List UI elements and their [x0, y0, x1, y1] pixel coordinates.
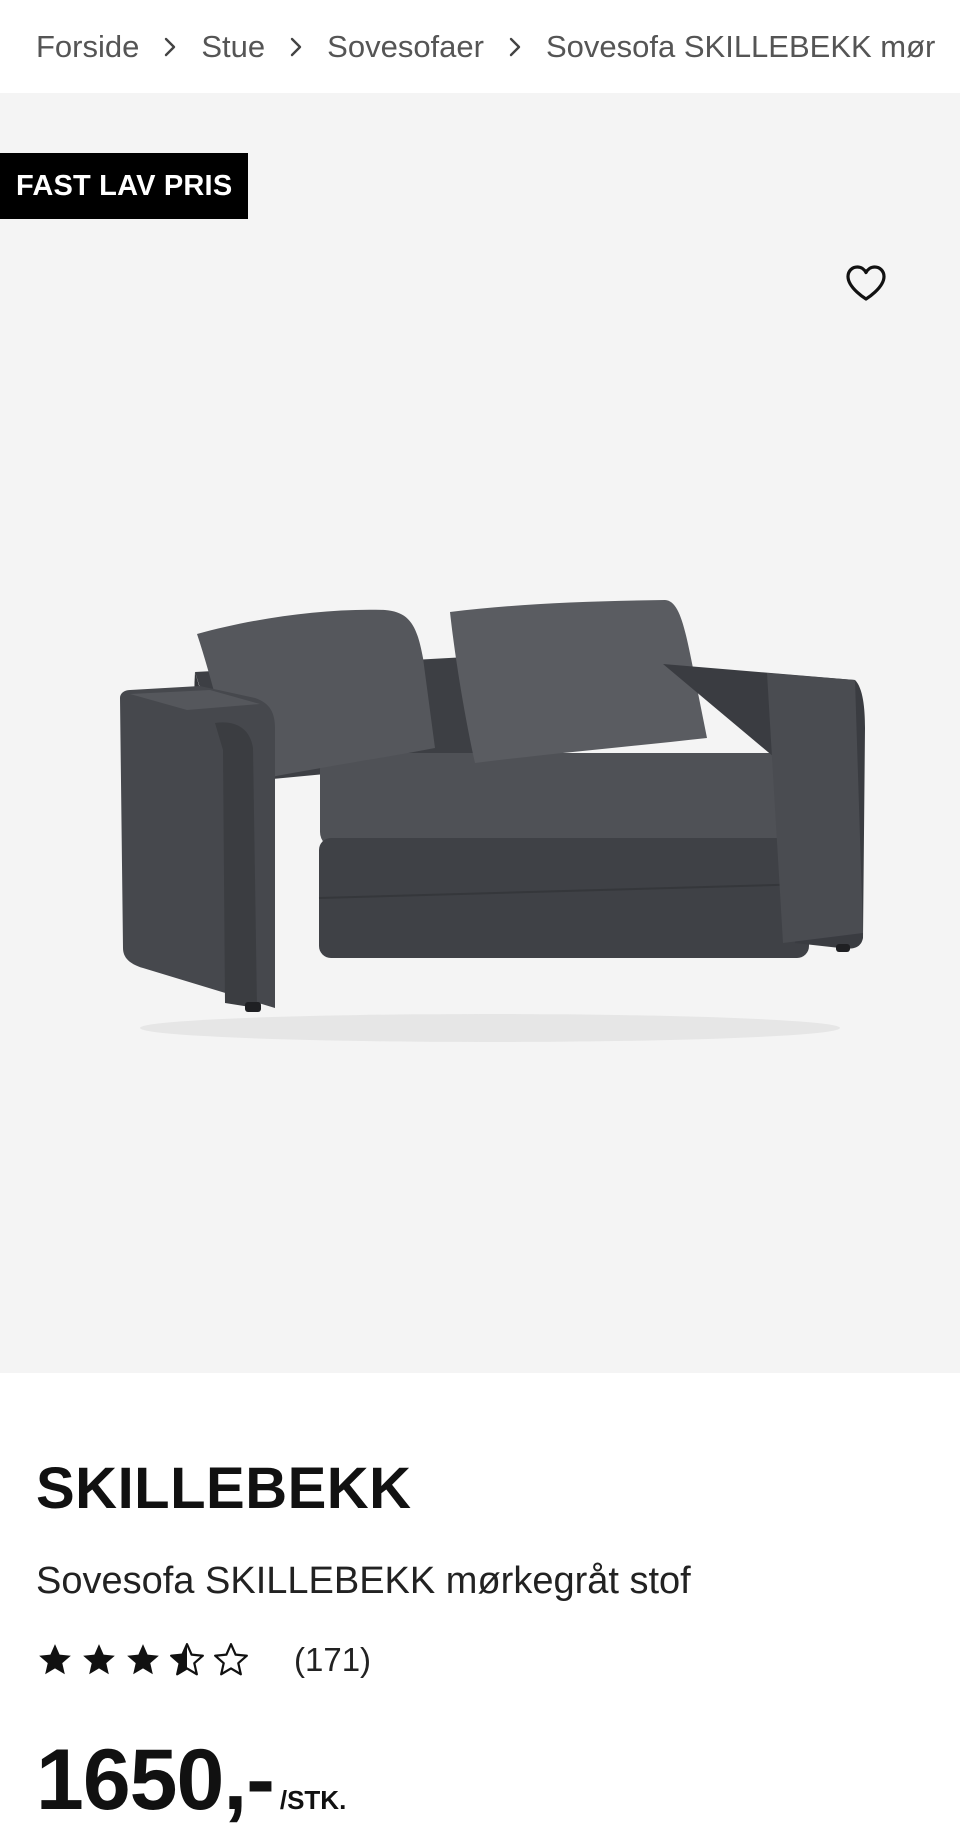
star-filled-icon [39, 1644, 71, 1675]
product-image-gallery[interactable]: FAST LAV PRIS [0, 93, 960, 1373]
product-price: 1650,- [36, 1732, 275, 1828]
breadcrumb-item-forside[interactable]: Forside [36, 29, 139, 65]
product-title: SKILLEBEKK [36, 1456, 412, 1521]
heart-outline-icon [846, 265, 886, 301]
star-filled-icon [127, 1644, 159, 1675]
breadcrumb-item-current: Sovesofa SKILLEBEKK mørkegrå [545, 28, 936, 64]
star-empty-icon [214, 1643, 248, 1676]
rating-stars [36, 1641, 256, 1679]
product-info: SKILLEBEKK Sovesofa SKILLEBEKK mørkegråt… [0, 1373, 960, 1826]
breadcrumb: Forside Stue Sovesofaer Sovesofa SKILLEB… [0, 0, 960, 93]
chevron-right-icon [139, 0, 201, 93]
product-rating[interactable]: (171) [36, 1635, 924, 1685]
star-half-icon [170, 1643, 204, 1676]
wishlist-button[interactable] [842, 259, 890, 307]
price-badge: FAST LAV PRIS [0, 153, 249, 219]
product-description: Sovesofa SKILLEBEKK mørkegråt stof [36, 1560, 691, 1602]
chevron-right-icon [265, 0, 327, 93]
breadcrumb-item-sovesofaer[interactable]: Sovesofaer [327, 29, 484, 65]
chevron-right-icon [484, 0, 546, 93]
product-image [120, 600, 865, 1042]
star-filled-icon [83, 1644, 115, 1675]
price-unit: /STK. [279, 1785, 347, 1815]
review-count-link[interactable]: (171) [294, 1641, 371, 1679]
breadcrumb-item-stue[interactable]: Stue [201, 29, 265, 65]
price-block: 1650,- /STK. [36, 1735, 924, 1825]
